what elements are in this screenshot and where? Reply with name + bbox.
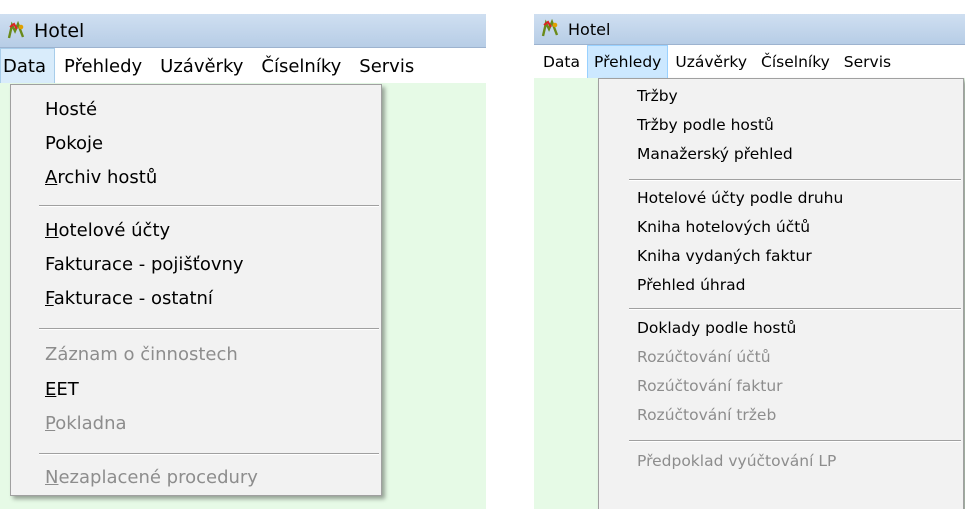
menu-item-rozuctovani-trzeb: Rozúčtování tržeb (637, 406, 777, 424)
menu-item-archiv-hostu[interactable]: Archiv hostů (45, 167, 157, 188)
menu-prehledy[interactable]: Přehledy (55, 48, 151, 84)
menu-item-hoste[interactable]: Hosté (45, 99, 97, 120)
menu-item-zaznam-o-cinnostech: Záznam o činnostech (45, 344, 238, 365)
menu-ciselniky[interactable]: Číselníky (754, 45, 837, 79)
hotel-app-icon (7, 20, 25, 38)
menu-item-trzby-podle-hostu[interactable]: Tržby podle hostů (637, 116, 774, 134)
menu-item-pokladna: Pokladna (45, 413, 127, 434)
menu-separator (629, 440, 961, 442)
menu-separator (629, 179, 961, 181)
menu-item-fakturace-ostatni[interactable]: Fakturace - ostatní (45, 288, 213, 309)
window-title: Hotel (568, 19, 611, 39)
title-bar[interactable]: Hotel (0, 14, 486, 48)
menu-data[interactable]: Data (534, 45, 587, 79)
menu-item-manazersky-prehled[interactable]: Manažerský přehled (637, 145, 793, 163)
menu-item-rozuctovani-faktur: Rozúčtování faktur (637, 377, 783, 395)
menu-separator (39, 205, 379, 207)
menu-item-kniha-vydanych-faktur[interactable]: Kniha vydaných faktur (637, 247, 812, 265)
menu-data[interactable]: Data (0, 48, 55, 84)
menu-item-hotelove-ucty-podle-druhu[interactable]: Hotelové účty podle druhu (637, 189, 843, 207)
right-window: Hotel Data Přehledy Uzávěrky Číselníky S… (534, 14, 965, 509)
menu-uzaverky[interactable]: Uzávěrky (668, 45, 754, 79)
menu-item-fakturace-pojistovny[interactable]: Fakturace - pojišťovny (45, 254, 244, 275)
prehledy-dropdown-menu: Tržby Tržby podle hostů Manažerský přehl… (598, 78, 964, 509)
menu-item-kniha-hotelovych-uctu[interactable]: Kniha hotelových účtů (637, 218, 810, 236)
menu-ciselniky[interactable]: Číselníky (252, 48, 350, 84)
menu-item-doklady-podle-hostu[interactable]: Doklady podle hostů (637, 319, 796, 337)
menu-separator (629, 308, 961, 310)
data-dropdown-menu: Hosté Pokoje Archiv hostů Hotelové účty … (10, 84, 382, 496)
menu-item-prehled-uhrad[interactable]: Přehled úhrad (637, 276, 745, 294)
menu-servis[interactable]: Servis (350, 48, 423, 84)
menu-bar: Data Přehledy Uzávěrky Číselníky Servis (534, 45, 965, 79)
menu-item-hotelove-ucty[interactable]: Hotelové účty (45, 220, 170, 241)
menu-item-nezaplacene-procedury: Nezaplacené procedury (45, 467, 258, 488)
menu-item-predpoklad-vyuctovani-lp: Předpoklad vyúčtování LP (637, 452, 837, 470)
menu-item-pokoje[interactable]: Pokoje (45, 133, 103, 154)
menu-bar: Data Přehledy Uzávěrky Číselníky Servis (0, 48, 486, 84)
menu-prehledy[interactable]: Přehledy (587, 45, 669, 79)
menu-separator (39, 453, 379, 455)
menu-item-eet[interactable]: EET (45, 379, 79, 400)
menu-servis[interactable]: Servis (837, 45, 898, 79)
title-bar[interactable]: Hotel (534, 14, 965, 45)
hotel-app-icon (541, 19, 559, 37)
menu-separator (39, 328, 379, 330)
window-title: Hotel (34, 19, 85, 42)
left-window: Hotel Data Přehledy Uzávěrky Číselníky S… (0, 14, 486, 509)
menu-item-rozuctovani-uctu: Rozúčtování účtů (637, 348, 771, 366)
menu-item-trzby[interactable]: Tržby (637, 87, 678, 105)
menu-uzaverky[interactable]: Uzávěrky (151, 48, 252, 84)
